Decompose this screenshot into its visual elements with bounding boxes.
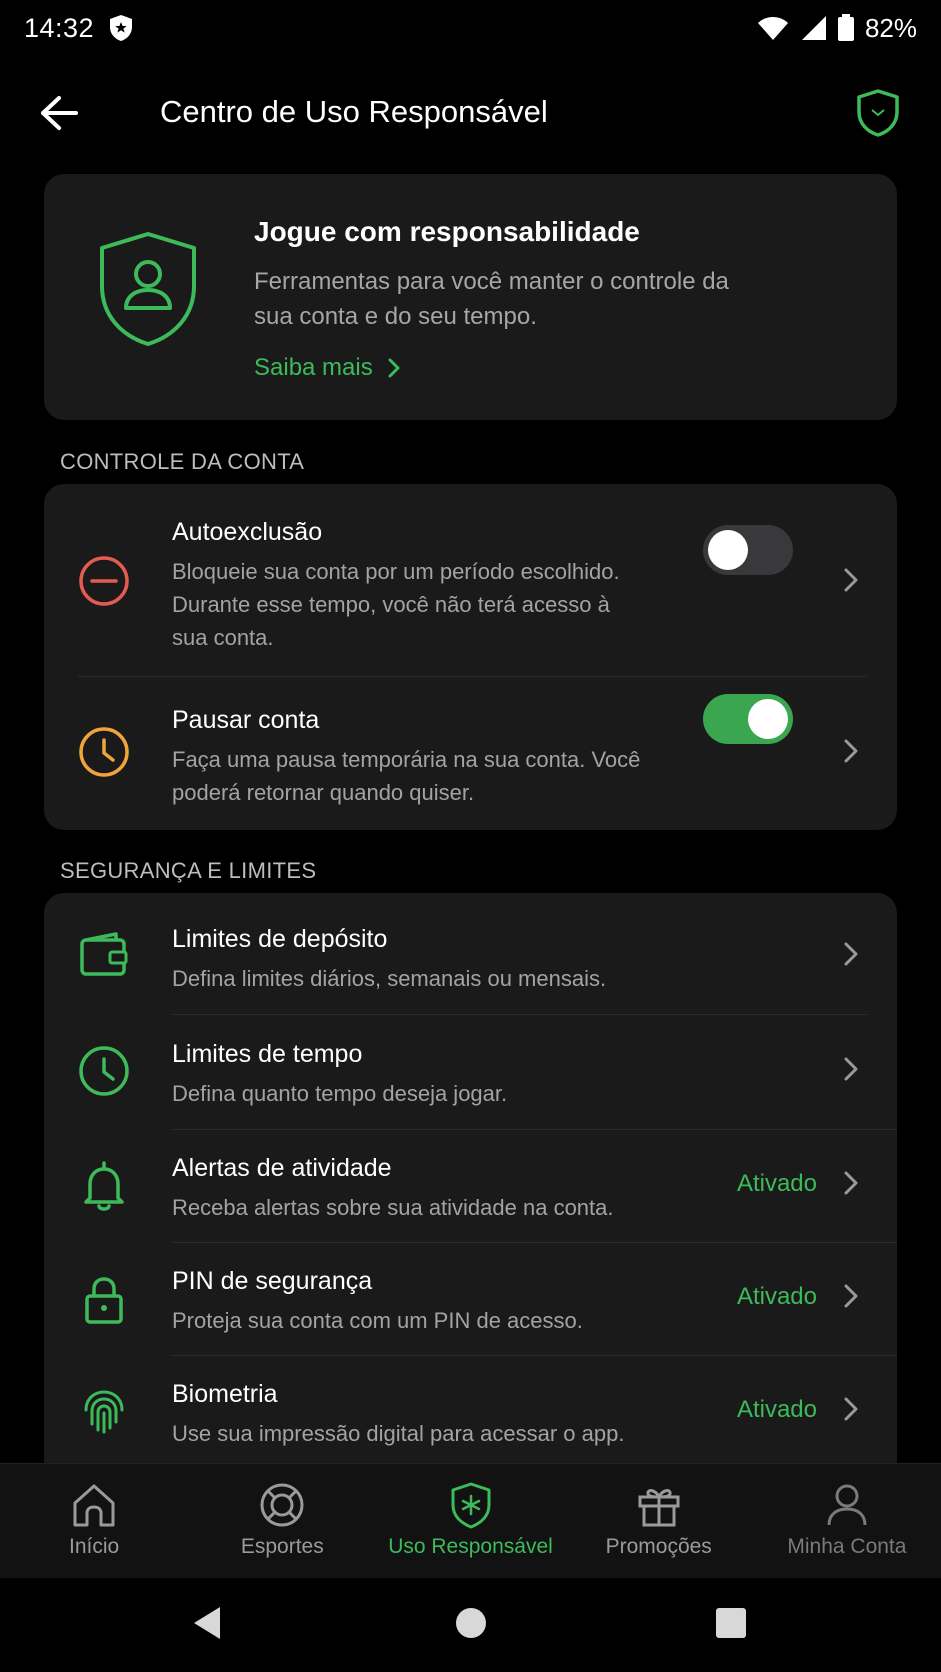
nav-item-responsible-use[interactable]: Uso Responsável [376, 1464, 564, 1578]
chevron-right-icon [844, 1057, 858, 1081]
app-header: Centro de Uso Responsável [0, 72, 941, 154]
chevron-right-icon [844, 568, 858, 592]
minus-circle-icon [74, 551, 134, 611]
learn-more-link[interactable]: Saiba mais [254, 354, 401, 382]
nav-item-promotions[interactable]: Promoções [565, 1464, 753, 1578]
bell-icon [74, 1156, 134, 1216]
nav-item-my-account[interactable]: Minha Conta [753, 1464, 941, 1578]
row-description: Use sua impressão digital para acessar o… [172, 1421, 625, 1446]
status-time: 14:32 [24, 12, 95, 43]
bottom-navigation: Início Esportes Uso Responsável Promoçõe… [0, 1463, 941, 1578]
chevron-right-icon [844, 739, 858, 763]
self-exclusion-toggle[interactable] [703, 525, 793, 575]
hero-title: Jogue com responsabilidade [254, 216, 640, 247]
row-title: Limites de tempo [172, 1040, 363, 1068]
system-navigation [0, 1578, 941, 1672]
row-title: Biometria [172, 1380, 278, 1408]
clock-icon [74, 722, 134, 782]
system-recents-icon[interactable] [714, 1604, 748, 1642]
row-description: Defina limites diários, semanais ou mens… [172, 966, 607, 991]
status-label: Ativado [736, 1283, 817, 1310]
row-title: Alertas de atividade [172, 1154, 392, 1182]
nav-label: Início [69, 1535, 120, 1558]
pause-account-row[interactable]: Pausar conta Faça uma pausa temporária n… [44, 677, 897, 830]
status-label: Ativado [736, 1396, 817, 1423]
chevron-right-icon [844, 1284, 858, 1308]
account-control-card: Autoexclusão Bloqueie sua conta por um p… [44, 484, 897, 830]
row-description: Proteja sua conta com um PIN de acesso. [172, 1308, 583, 1333]
row-description: Receba alertas sobre sua atividade na co… [172, 1195, 614, 1220]
time-limits-row[interactable]: Limites de tempo Defina quanto tempo des… [44, 1015, 897, 1129]
learn-more-label: Saiba mais [254, 354, 373, 381]
deposit-limits-row[interactable]: Limites de depósito Defina limites diári… [44, 893, 897, 1014]
shield-user-icon [100, 232, 196, 346]
row-description: Faça uma pausa temporária na sua conta. … [172, 747, 641, 805]
activity-alerts-row[interactable]: Alertas de atividade Receba alertas sobr… [44, 1130, 897, 1242]
fingerprint-icon [74, 1382, 134, 1442]
clock-icon [74, 1041, 134, 1101]
system-back-icon[interactable] [190, 1604, 224, 1642]
security-pin-row[interactable]: PIN de segurança Proteja sua conta com u… [44, 1243, 897, 1355]
row-title: Pausar conta [172, 706, 320, 734]
signal-icon [801, 16, 826, 40]
nav-item-home[interactable]: Início [0, 1464, 188, 1578]
system-home-icon[interactable] [454, 1604, 488, 1642]
nav-label: Minha Conta [787, 1535, 907, 1558]
shield-icon[interactable] [855, 88, 901, 138]
lock-icon [74, 1270, 134, 1330]
ball-icon [260, 1483, 304, 1527]
page-title: Centro de Uso Responsável [160, 94, 548, 129]
biometrics-row[interactable]: Biometria Use sua impressão digital para… [44, 1356, 897, 1463]
nav-label: Uso Responsável [388, 1535, 553, 1558]
chevron-right-icon [388, 358, 400, 378]
gift-icon [638, 1489, 680, 1527]
nav-label: Promoções [605, 1535, 712, 1558]
user-icon [827, 1484, 867, 1526]
toggle-knob [708, 530, 748, 570]
hero-description: Ferramentas para você manter o controle … [254, 268, 729, 330]
home-icon [73, 1484, 115, 1527]
section-label-security-limits: SEGURANÇA E LIMITES [60, 858, 317, 883]
self-exclusion-row[interactable]: Autoexclusão Bloqueie sua conta por um p… [44, 484, 897, 676]
nav-label: Esportes [240, 1535, 324, 1558]
row-description: Bloqueie sua conta por um período escolh… [172, 559, 620, 650]
status-bar: 14:32 82% [0, 0, 941, 56]
row-title: PIN de segurança [172, 1267, 373, 1295]
chevron-right-icon [844, 1171, 858, 1195]
nav-item-sports[interactable]: Esportes [188, 1464, 376, 1578]
status-label: Ativado [736, 1170, 817, 1197]
row-title: Autoexclusão [172, 518, 323, 546]
pause-account-toggle[interactable] [703, 694, 793, 744]
chevron-right-icon [844, 942, 858, 966]
wifi-icon [757, 17, 788, 40]
arrow-left-icon [41, 96, 78, 130]
shield-star-icon [451, 1482, 490, 1529]
toggle-knob [748, 699, 788, 739]
row-description: Defina quanto tempo deseja jogar. [172, 1081, 508, 1106]
battery-percentage: 82% [864, 12, 917, 43]
wallet-icon [74, 926, 134, 986]
back-button[interactable] [36, 90, 82, 136]
battery-icon [837, 14, 854, 41]
chevron-right-icon [844, 1397, 858, 1421]
section-label-account-control: CONTROLE DA CONTA [60, 449, 305, 474]
hero-card: Jogue com responsabilidade Ferramentas p… [44, 174, 897, 420]
shield-status-icon [110, 15, 133, 41]
row-title: Limites de depósito [172, 925, 388, 953]
security-limits-card: Limites de depósito Defina limites diári… [44, 893, 897, 1463]
